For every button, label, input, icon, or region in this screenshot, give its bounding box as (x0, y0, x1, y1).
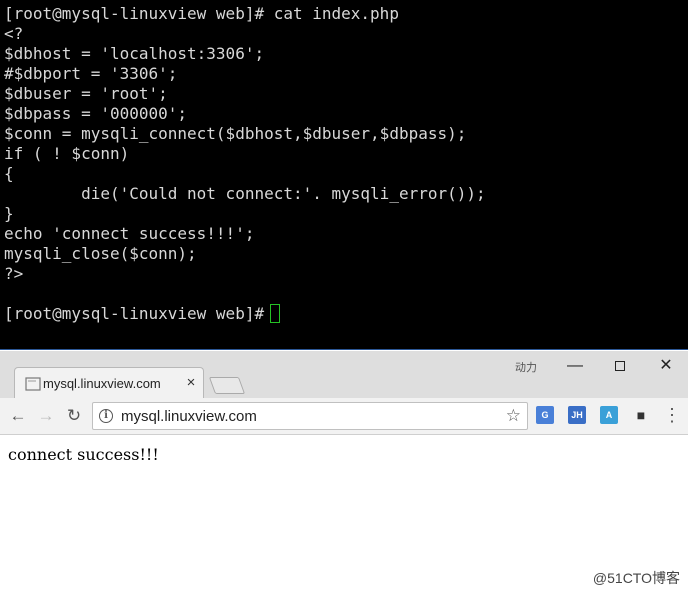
terminal-line: $dbhost = 'localhost:3306'; (4, 44, 265, 63)
terminal-line: die('Could not connect:'. mysqli_error()… (4, 184, 486, 203)
window-close-button[interactable]: ✕ (651, 355, 681, 377)
bookmark-star-icon[interactable]: ☆ (506, 406, 521, 426)
translate-extension-icon[interactable]: G (536, 406, 554, 424)
tab-title: mysql.linuxview.com (43, 376, 161, 391)
terminal-line: { (4, 164, 14, 183)
page-icon (25, 377, 41, 391)
terminal-line: $dbpass = '000000'; (4, 104, 188, 123)
maximize-icon (615, 360, 625, 371)
watermark: @51CTO博客 (592, 570, 680, 586)
terminal-prompt: [root@mysql-linuxview web]# (4, 304, 265, 323)
tab-strip: mysql.linuxview.com × 动力 — ✕ (0, 351, 688, 398)
terminal-prompt-line: [root@mysql-linuxview web]# (4, 304, 688, 324)
terminal-line: <? (4, 24, 24, 43)
terminal-line: $dbuser = 'root'; (4, 84, 168, 103)
terminal-line: ?> (4, 264, 24, 283)
window-label: 动力 (515, 362, 537, 374)
page-output-text: connect success!!! (8, 445, 159, 464)
minimize-button[interactable]: — (560, 355, 590, 377)
back-arrow-icon[interactable]: ← (8, 406, 28, 426)
terminal-cursor (270, 304, 281, 323)
camera-extension-icon[interactable]: ■ (632, 406, 650, 424)
maximize-button[interactable] (605, 355, 635, 377)
a-extension-icon[interactable]: A (600, 406, 618, 424)
terminal-line: #$dbport = '3306'; (4, 64, 178, 83)
terminal-line: echo 'connect success!!!'; (4, 224, 255, 243)
terminal-line: mysqli_close($conn); (4, 244, 197, 263)
terminal-line: } (4, 204, 14, 223)
reload-icon[interactable]: ↻ (64, 406, 84, 426)
terminal-line: [root@mysql-linuxview web]# cat index.ph… (4, 4, 399, 23)
url-text[interactable]: mysql.linuxview.com (121, 408, 257, 425)
terminal-line: $conn = mysqli_connect($dbhost,$dbuser,$… (4, 124, 467, 143)
browser-window: mysql.linuxview.com × 动力 — ✕ ← → ↻ i mys… (0, 351, 688, 597)
jh-extension-icon[interactable]: JH (568, 406, 586, 424)
close-icon[interactable]: × (184, 374, 198, 391)
tab-active[interactable]: mysql.linuxview.com × (14, 367, 204, 398)
forward-arrow-icon[interactable]: → (36, 406, 56, 426)
terminal-window[interactable]: [root@mysql-linuxview web]# cat index.ph… (0, 0, 688, 350)
browser-toolbar: ← → ↻ i mysql.linuxview.com ☆ G JH A ■ ⋮ (0, 398, 688, 435)
terminal-line: if ( ! $conn) (4, 144, 130, 163)
new-tab-button[interactable] (208, 377, 246, 394)
menu-dots-icon[interactable]: ⋮ (663, 405, 681, 425)
info-icon[interactable]: i (99, 409, 113, 423)
page-content: connect success!!! @51CTO博客 (0, 435, 688, 596)
address-bar[interactable]: i mysql.linuxview.com ☆ (92, 402, 528, 430)
